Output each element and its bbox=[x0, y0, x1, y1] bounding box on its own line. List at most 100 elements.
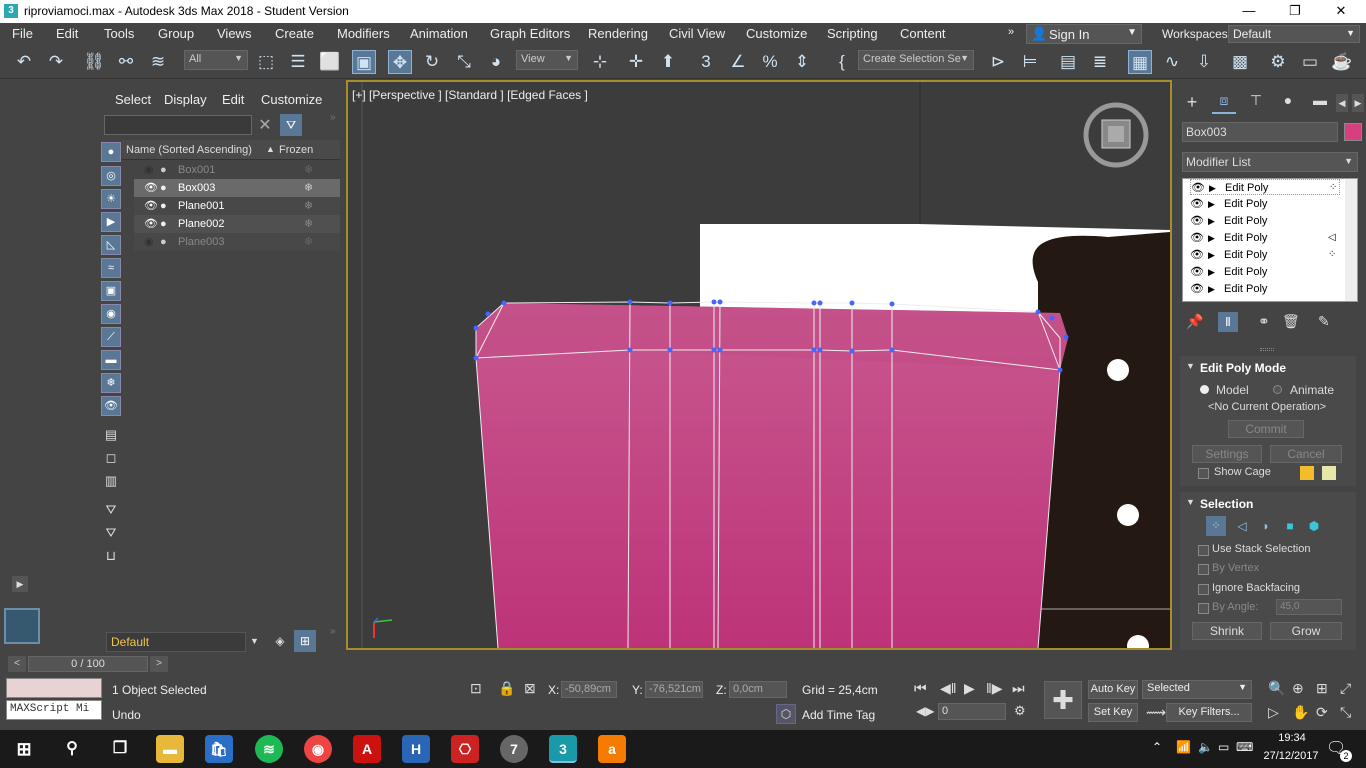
previous-key-icon[interactable]: ◀‖ bbox=[940, 680, 957, 697]
display-bones-icon[interactable]: ⟋ bbox=[101, 327, 121, 347]
rectangular-region-icon[interactable]: ⬜ bbox=[318, 50, 342, 74]
polygon-mode-icon[interactable]: ■ bbox=[1280, 516, 1300, 536]
unlink-icon[interactable]: ⚯ bbox=[114, 50, 138, 74]
undo-icon[interactable]: ↶ bbox=[12, 50, 36, 74]
app-icon[interactable]: 7 bbox=[500, 735, 528, 763]
use-stack-selection-checkbox[interactable] bbox=[1198, 545, 1209, 556]
tab-select[interactable]: Select bbox=[115, 92, 151, 107]
expand-arrow-icon[interactable]: ▶ bbox=[1208, 196, 1215, 212]
menu-tools[interactable]: Tools bbox=[104, 26, 134, 41]
redo-icon[interactable]: ↷ bbox=[44, 50, 68, 74]
minimize-button[interactable]: — bbox=[1226, 0, 1272, 23]
show-end-result-icon[interactable]: Ⅱ bbox=[1218, 312, 1238, 332]
eye-icon[interactable]: 👁 bbox=[144, 215, 158, 233]
selection-lock-icon[interactable]: 🔒 bbox=[498, 680, 515, 697]
remove-modifier-icon[interactable]: 🗑 bbox=[1282, 313, 1300, 330]
eye-icon[interactable]: 👁 bbox=[1190, 247, 1204, 263]
render-setup-icon[interactable]: ⚙ bbox=[1266, 50, 1290, 74]
spotify-icon[interactable]: ≋ bbox=[255, 735, 283, 763]
close-button[interactable]: ✕ bbox=[1318, 0, 1364, 23]
time-spinner-icon[interactable]: ◀▶ bbox=[916, 704, 934, 718]
by-angle-checkbox[interactable] bbox=[1198, 603, 1209, 614]
acrobat-icon[interactable]: ⎔ bbox=[451, 735, 479, 763]
schematic-view-icon[interactable]: ⇩ bbox=[1192, 50, 1216, 74]
battery-icon[interactable]: ▭ bbox=[1218, 740, 1229, 754]
viewport-layout-tab[interactable] bbox=[4, 608, 40, 644]
render-production-icon[interactable]: ☕ bbox=[1330, 50, 1354, 74]
settings-button[interactable]: Settings bbox=[1192, 445, 1262, 463]
stack-item-edit-poly[interactable]: 👁 ▶ Edit Poly ⁘ bbox=[1190, 179, 1340, 195]
pin-icon[interactable]: » bbox=[330, 112, 336, 123]
menu-group[interactable]: Group bbox=[158, 26, 194, 41]
menu-file[interactable]: File bbox=[12, 26, 33, 41]
make-unique-icon[interactable]: ⚭ bbox=[1258, 313, 1270, 330]
rendered-frame-window-icon[interactable]: ▭ bbox=[1298, 50, 1322, 74]
configure-modifier-sets-icon[interactable]: ✎ bbox=[1318, 313, 1330, 330]
chevron-up-icon[interactable]: ⌃ bbox=[1152, 740, 1162, 754]
selection-filter-dropdown[interactable]: All ▼ bbox=[184, 50, 248, 70]
windows-start-icon[interactable]: ⊞ bbox=[10, 735, 38, 763]
hierarchy-tab-icon[interactable]: ⊤ bbox=[1244, 92, 1268, 114]
menu-modifiers[interactable]: Modifiers bbox=[337, 26, 390, 41]
filter-selection-icon[interactable]: ⛛ bbox=[103, 525, 119, 541]
pan-view-icon[interactable]: ✋ bbox=[1292, 704, 1309, 721]
table-row[interactable]: 👁 ● Box003 ❄ bbox=[134, 179, 340, 197]
zoom-icon[interactable]: 🔍 bbox=[1268, 680, 1285, 697]
display-lights-icon[interactable]: ☀ bbox=[101, 189, 121, 209]
menu-scripting[interactable]: Scripting bbox=[827, 26, 878, 41]
snowflake-icon[interactable]: ❄ bbox=[304, 179, 313, 197]
set-key-button[interactable]: Set Key bbox=[1088, 703, 1138, 722]
time-configuration-icon[interactable]: ⚙ bbox=[1014, 703, 1026, 719]
zoom-extents-icon[interactable]: ⊞ bbox=[1316, 680, 1328, 697]
display-containers-icon[interactable]: ▬ bbox=[101, 350, 121, 370]
tab-display[interactable]: Display bbox=[164, 92, 207, 107]
table-row[interactable]: ◉ ● Box001 ❄ bbox=[134, 161, 340, 179]
panel-resize-handle[interactable] bbox=[1260, 348, 1274, 351]
display-all-icon[interactable]: ▤ bbox=[103, 427, 119, 443]
maxscript-listener[interactable] bbox=[6, 678, 102, 698]
orbit-icon[interactable]: ⟳ bbox=[1316, 704, 1328, 721]
stack-item-edit-poly[interactable]: 👁 ▶ Edit Poly bbox=[1190, 264, 1340, 280]
workspace-dropdown[interactable]: Default ▼ bbox=[1228, 25, 1360, 43]
shrink-button[interactable]: Shrink bbox=[1192, 622, 1262, 640]
time-tag-icon[interactable]: ⬡ bbox=[776, 704, 796, 724]
show-cage-checkbox[interactable] bbox=[1198, 468, 1209, 479]
default-in-out-tangents-icon[interactable]: ⟿ bbox=[1146, 704, 1166, 721]
x-coordinate-field[interactable]: -50,89cm bbox=[561, 681, 617, 698]
display-hidden-icon[interactable]: 👁 bbox=[101, 396, 121, 416]
auto-key-button[interactable]: Auto Key bbox=[1088, 680, 1138, 699]
table-row[interactable]: ◉ ● Plane003 ❄ bbox=[134, 233, 340, 251]
percent-snap-icon[interactable]: % bbox=[758, 50, 782, 74]
keyboard-shortcut-override-icon[interactable]: ⬆ bbox=[656, 50, 680, 74]
border-mode-icon[interactable]: ◗ bbox=[1256, 516, 1276, 536]
maximize-button[interactable]: ❐ bbox=[1272, 0, 1318, 23]
y-coordinate-field[interactable]: -76,521cm bbox=[645, 681, 703, 698]
menu-customize[interactable]: Customize bbox=[746, 26, 807, 41]
key-filters-button[interactable]: Key Filters... bbox=[1166, 703, 1252, 722]
layer-dropdown[interactable]: Default bbox=[106, 632, 246, 652]
menu-views[interactable]: Views bbox=[217, 26, 251, 41]
element-mode-icon[interactable]: ⬢ bbox=[1304, 516, 1324, 536]
previous-frame-icon[interactable]: < bbox=[8, 656, 26, 672]
sign-in-dropdown[interactable]: 👤 Sign In ▼ bbox=[1026, 24, 1142, 44]
pivot-center-icon[interactable]: ⊹ bbox=[588, 50, 612, 74]
edge-mode-icon[interactable]: ◁ bbox=[1232, 516, 1252, 536]
h2-app-icon[interactable]: H bbox=[402, 735, 430, 763]
snaps-toggle-icon[interactable]: 3 bbox=[694, 50, 718, 74]
rollout-title[interactable]: Selection bbox=[1200, 497, 1253, 511]
rollout-collapse-icon[interactable]: ▼ bbox=[1186, 361, 1195, 371]
autocad-icon[interactable]: A bbox=[353, 735, 381, 763]
bind-space-warp-icon[interactable]: ≋ bbox=[146, 50, 170, 74]
viewport-label-menu[interactable]: [+] [Perspective ] [Standard ] [Edged Fa… bbox=[352, 88, 588, 102]
stack-item-edit-poly[interactable]: 👁 ▶ Edit Poly bbox=[1190, 281, 1340, 297]
toggle-ribbon-icon[interactable]: ▦ bbox=[1128, 50, 1152, 74]
play-icon[interactable]: ▶ bbox=[964, 680, 975, 697]
next-frame-icon[interactable]: > bbox=[150, 656, 168, 672]
tab-edit[interactable]: Edit bbox=[222, 92, 244, 107]
search-input[interactable] bbox=[104, 115, 252, 135]
display-none-icon[interactable]: ◻ bbox=[103, 450, 119, 466]
vertex-mode-icon[interactable]: ⁘ bbox=[1206, 516, 1226, 536]
modifier-list-dropdown[interactable]: Modifier List ▼ bbox=[1182, 152, 1358, 172]
z-coordinate-field[interactable]: 0,0cm bbox=[729, 681, 787, 698]
eye-icon[interactable]: 👁 bbox=[1190, 230, 1204, 246]
